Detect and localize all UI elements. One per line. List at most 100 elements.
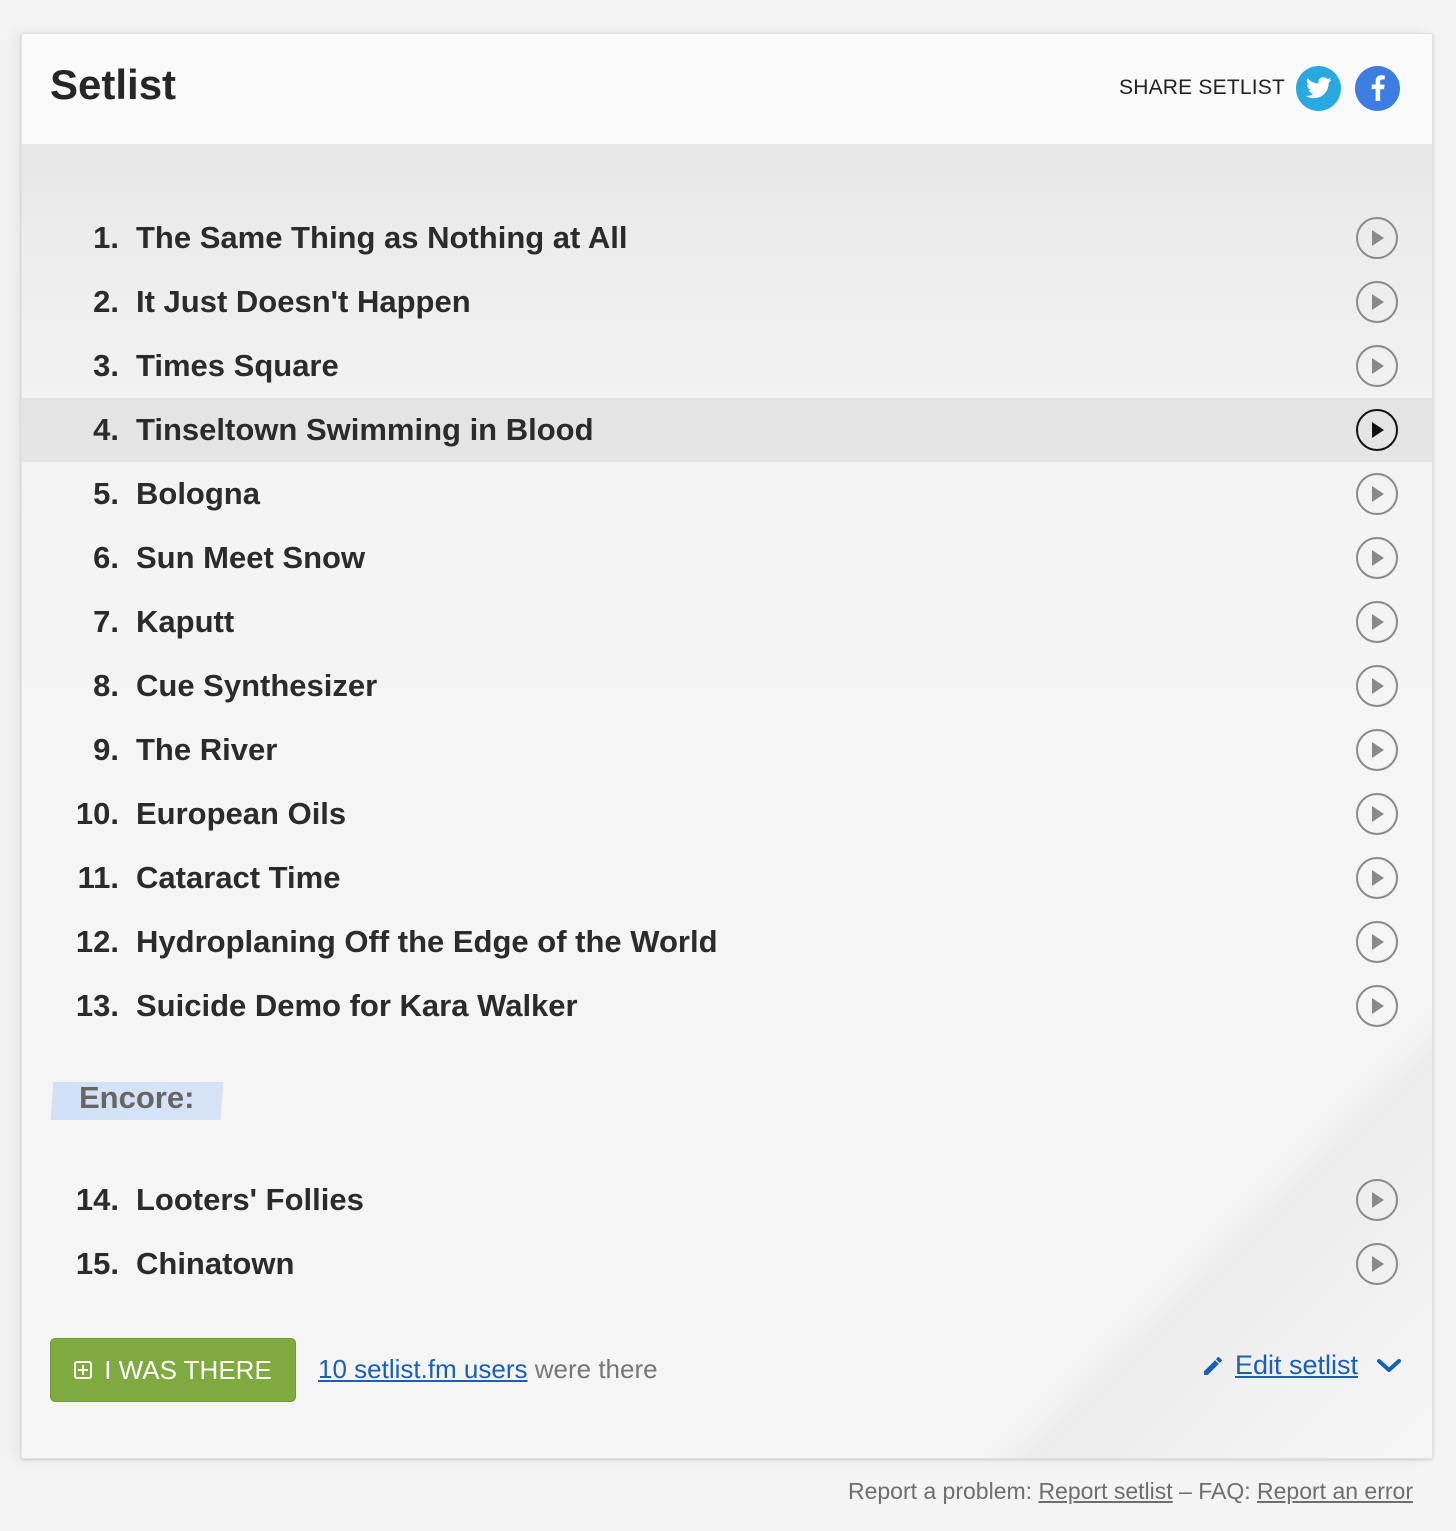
play-icon — [1372, 230, 1384, 246]
song-row: 15. Chinatown — [22, 1232, 1432, 1296]
twitter-share-button[interactable] — [1296, 65, 1341, 111]
song-number: 12. — [75, 924, 119, 959]
song-number: 9. — [93, 732, 119, 767]
song-row: 9. The River — [22, 718, 1432, 782]
song-title-link[interactable]: Times Square — [136, 348, 339, 384]
play-icon — [1372, 934, 1384, 950]
song-title-link[interactable]: Suicide Demo for Kara Walker — [136, 988, 578, 1024]
song-title-link[interactable]: Looters' Follies — [136, 1182, 364, 1218]
play-button[interactable] — [1356, 409, 1398, 451]
play-button[interactable] — [1356, 857, 1398, 899]
song-title-link[interactable]: Cataract Time — [136, 860, 340, 896]
i-was-there-button[interactable]: I WAS THERE — [50, 1338, 296, 1402]
play-icon — [1372, 870, 1384, 886]
card-header: Setlist SHARE SETLIST — [22, 34, 1432, 144]
chevron-down-icon[interactable] — [1376, 1357, 1402, 1375]
song-number: 1. — [93, 220, 119, 255]
song-row: 10. European Oils — [22, 782, 1432, 846]
share-label: SHARE SETLIST — [1119, 76, 1285, 99]
play-button[interactable] — [1356, 729, 1398, 771]
song-row: 13. Suicide Demo for Kara Walker — [22, 974, 1432, 1038]
setlist-footer: I WAS THERE 10 setlist.fm users were the… — [22, 1338, 1432, 1404]
attendance-text: 10 setlist.fm users were there — [318, 1354, 658, 1385]
play-button[interactable] — [1356, 793, 1398, 835]
encore-label: Encore: — [79, 1080, 195, 1115]
play-icon — [1372, 998, 1384, 1014]
song-row: 12. Hydroplaning Off the Edge of the Worl… — [22, 910, 1432, 974]
edit-setlist: Edit setlist — [1201, 1350, 1402, 1381]
i-was-there-label: I WAS THERE — [104, 1354, 272, 1385]
song-title-link[interactable]: European Oils — [136, 796, 346, 832]
song-title-link[interactable]: Chinatown — [136, 1246, 294, 1282]
song-title-link[interactable]: Kaputt — [136, 604, 234, 640]
play-icon — [1372, 678, 1384, 694]
play-button[interactable] — [1356, 537, 1398, 579]
play-button[interactable] — [1356, 1243, 1398, 1285]
play-button[interactable] — [1356, 473, 1398, 515]
song-number: 11. — [77, 860, 119, 895]
play-icon — [1372, 422, 1384, 438]
song-row: 14. Looters' Follies — [22, 1168, 1432, 1232]
song-number: 2. — [93, 284, 119, 319]
song-row: 3. Times Square — [22, 334, 1432, 398]
play-icon — [1372, 550, 1384, 566]
play-button[interactable] — [1356, 985, 1398, 1027]
song-row: 11. Cataract Time — [22, 846, 1432, 910]
setlist-card: Setlist SHARE SETLIST 1. The Same Thing a… — [21, 33, 1433, 1459]
play-button[interactable] — [1356, 665, 1398, 707]
twitter-icon — [1305, 77, 1332, 99]
song-title-link[interactable]: The Same Thing as Nothing at All — [136, 220, 627, 256]
play-icon — [1372, 486, 1384, 502]
song-number: 5. — [93, 476, 119, 511]
play-button[interactable] — [1356, 921, 1398, 963]
plus-square-icon — [74, 1361, 93, 1379]
song-row: 6. Sun Meet Snow — [22, 526, 1432, 590]
pencil-icon — [1203, 1356, 1222, 1375]
song-number: 8. — [93, 668, 119, 703]
play-button[interactable] — [1356, 345, 1398, 387]
song-title-link[interactable]: It Just Doesn't Happen — [136, 284, 471, 320]
song-row: 2. It Just Doesn't Happen — [22, 270, 1432, 334]
play-icon — [1372, 806, 1384, 822]
song-title-link[interactable]: The River — [136, 732, 277, 768]
song-title-link[interactable]: Bologna — [136, 476, 260, 512]
play-icon — [1372, 742, 1384, 758]
song-title-link[interactable]: Sun Meet Snow — [136, 540, 365, 576]
song-row: 5. Bologna — [22, 462, 1432, 526]
song-number: 15. — [75, 1246, 119, 1281]
play-button[interactable] — [1356, 601, 1398, 643]
song-number: 14. — [75, 1182, 119, 1217]
play-icon — [1372, 1256, 1384, 1272]
song-title-link[interactable]: Hydroplaning Off the Edge of the World — [136, 924, 718, 960]
report-prefix: Report a problem: — [847, 1478, 1039, 1504]
play-button[interactable] — [1356, 217, 1398, 259]
song-number: 3. — [93, 348, 119, 383]
song-number: 7. — [93, 604, 119, 639]
attendance-suffix: were there — [527, 1354, 658, 1384]
song-row: 8. Cue Synthesizer — [22, 654, 1432, 718]
facebook-share-button[interactable] — [1355, 65, 1400, 111]
song-number: 13. — [75, 988, 119, 1023]
song-number: 6. — [93, 540, 119, 575]
play-icon — [1372, 358, 1384, 374]
share-setlist: SHARE SETLIST — [1119, 65, 1400, 111]
song-title-link[interactable]: Tinseltown Swimming in Blood — [136, 412, 594, 448]
song-row: 1. The Same Thing as Nothing at All — [22, 206, 1432, 270]
song-row: 4. Tinseltown Swimming in Blood — [22, 398, 1432, 462]
play-button[interactable] — [1356, 281, 1398, 323]
report-setlist-link[interactable]: Report setlist — [1038, 1478, 1172, 1504]
song-title-link[interactable]: Cue Synthesizer — [136, 668, 377, 704]
play-button[interactable] — [1356, 1179, 1398, 1221]
report-error-link[interactable]: Report an error — [1257, 1478, 1413, 1504]
attendees-link[interactable]: 10 setlist.fm users — [318, 1354, 528, 1384]
play-icon — [1372, 294, 1384, 310]
facebook-icon — [1371, 75, 1385, 101]
song-number: 4. — [93, 412, 119, 447]
setlist-body: 1. The Same Thing as Nothing at All 2. It J… — [22, 144, 1432, 1458]
song-row: 7. Kaputt — [22, 590, 1432, 654]
play-icon — [1372, 614, 1384, 630]
page-title: Setlist — [50, 61, 177, 108]
edit-setlist-link[interactable]: Edit setlist — [1235, 1350, 1358, 1381]
report-problem: Report a problem: Report setlist – FAQ: … — [848, 1478, 1413, 1505]
play-icon — [1372, 1192, 1384, 1208]
